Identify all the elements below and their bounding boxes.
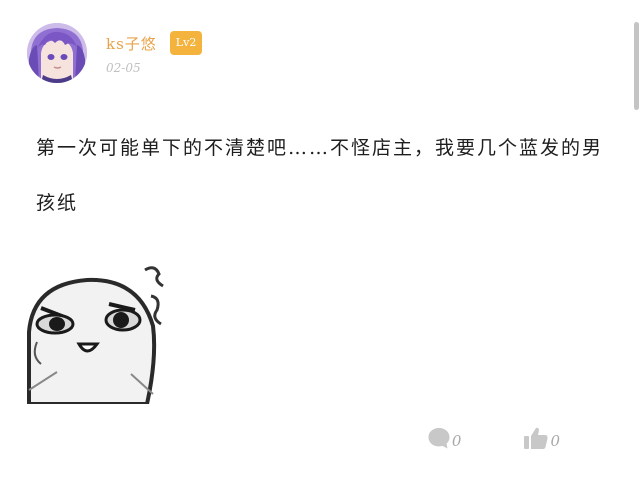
- like-count: 0: [550, 432, 560, 450]
- comment-icon: [428, 428, 450, 449]
- avatar-image: [27, 23, 87, 83]
- comment-count: 0: [451, 432, 462, 450]
- post-text: 第一次可能单下的不清楚吧……不怪店主，我要几个蓝发的男孩纸: [36, 137, 604, 214]
- author-meta: ks子悠 Lv2 02-05: [106, 23, 203, 75]
- meme-drawing: [27, 262, 169, 406]
- avatar[interactable]: [27, 23, 87, 83]
- scrollbar[interactable]: [634, 22, 639, 110]
- comment-button[interactable]: 0: [427, 426, 462, 450]
- thumbs-up-icon: [524, 427, 549, 449]
- username[interactable]: ks子悠: [106, 33, 157, 54]
- meme-image[interactable]: [27, 262, 169, 406]
- like-button[interactable]: 0: [523, 426, 560, 450]
- post-page: ks子悠 Lv2 02-05 第一次可能单下的不清楚吧……不怪店主，我要几个蓝发…: [0, 0, 640, 491]
- author-name-row: ks子悠 Lv2: [106, 30, 203, 56]
- post-actions: 0 0: [427, 423, 560, 453]
- post-header: ks子悠 Lv2 02-05: [27, 23, 203, 83]
- level-badge: Lv2: [169, 31, 203, 55]
- post-date: 02-05: [106, 61, 141, 75]
